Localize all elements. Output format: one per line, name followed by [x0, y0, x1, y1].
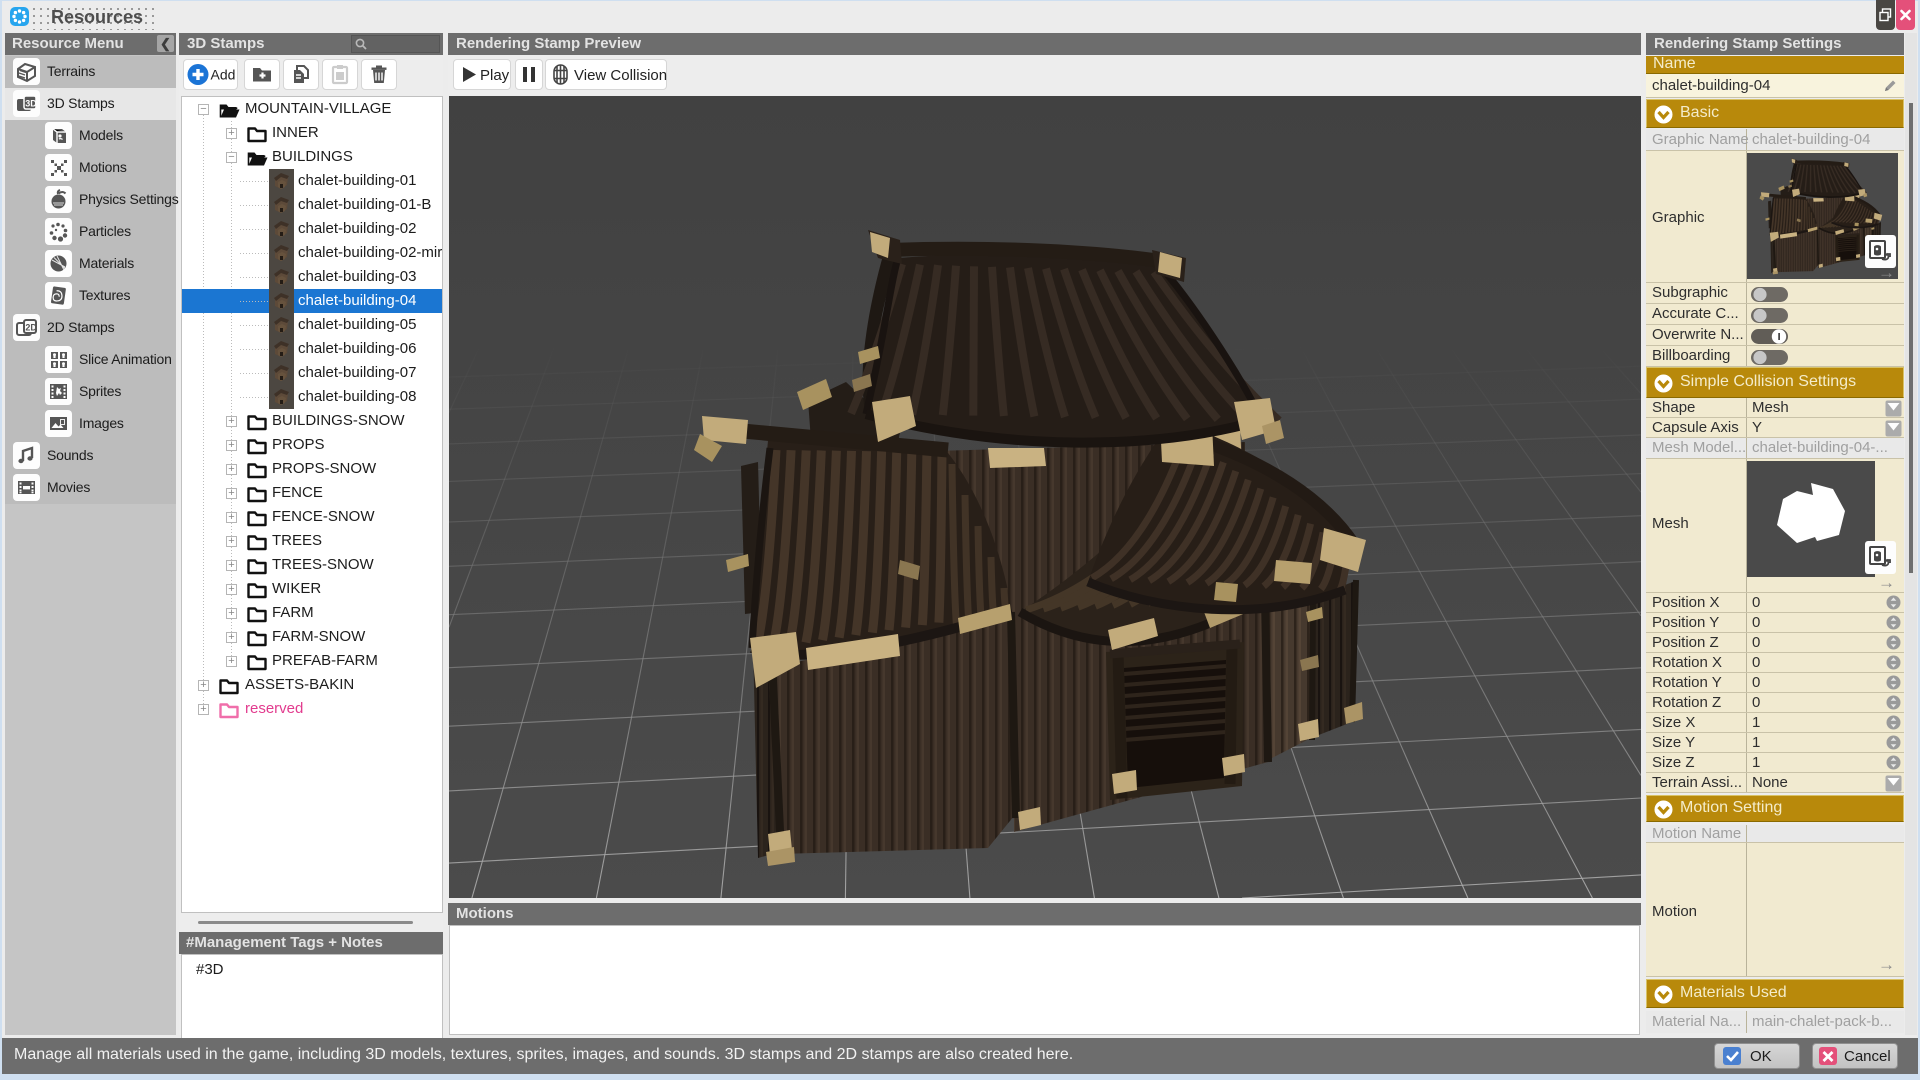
svg-text:OK: OK: [1750, 1048, 1772, 1065]
svg-text:2D: 2D: [25, 323, 37, 333]
svg-text:View Collision: View Collision: [574, 67, 667, 84]
svg-text:3D: 3D: [25, 99, 37, 109]
svg-text:Cancel: Cancel: [1844, 1048, 1891, 1065]
svg-text:Add: Add: [211, 67, 236, 83]
svg-text:Play: Play: [480, 67, 510, 84]
